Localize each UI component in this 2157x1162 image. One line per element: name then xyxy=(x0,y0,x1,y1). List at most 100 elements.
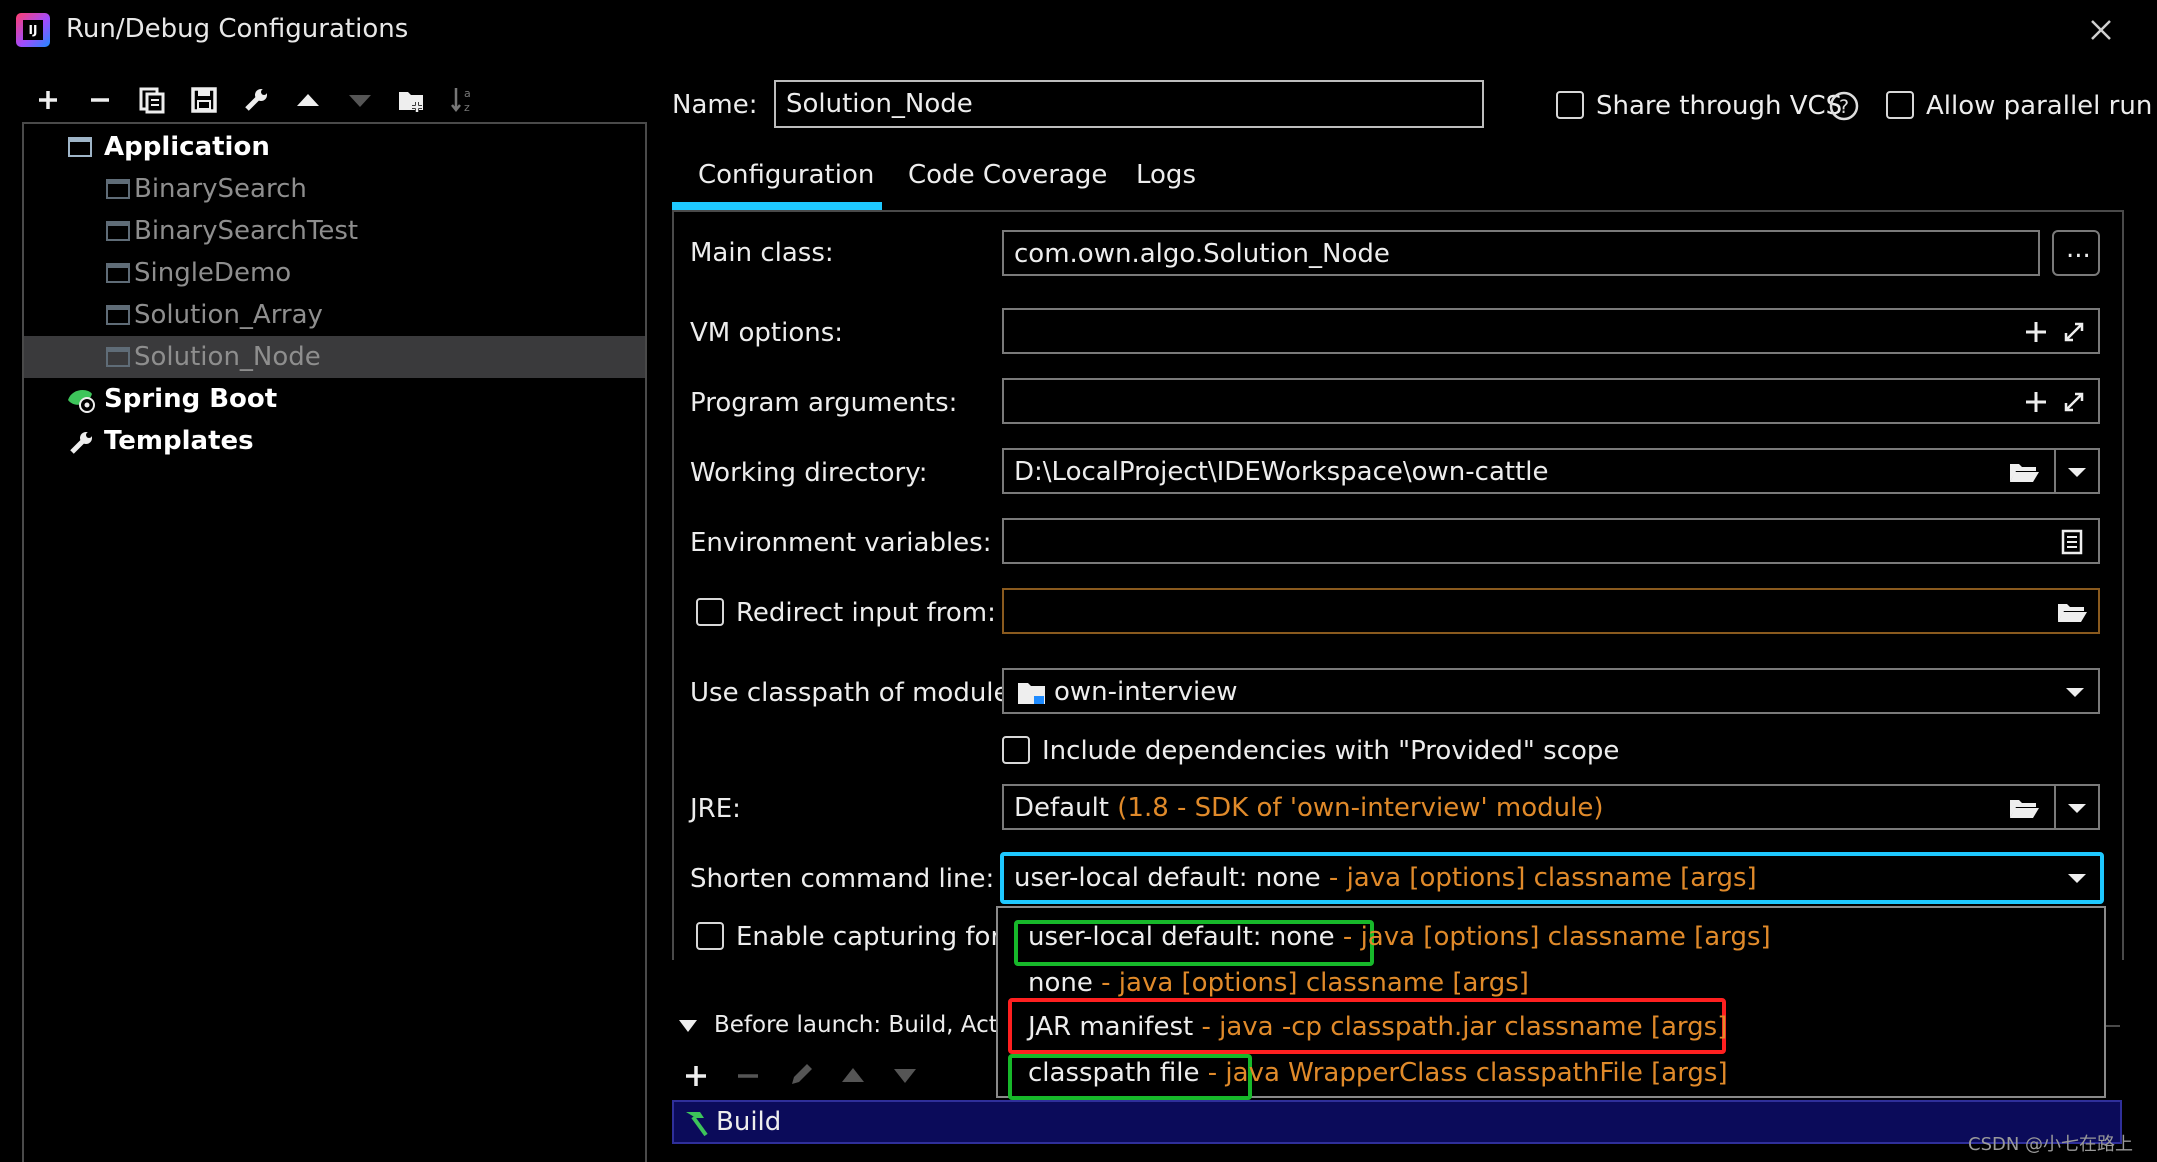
jre-detail: (1.8 - SDK of 'own-interview' module) xyxy=(1117,793,1604,823)
tab-logs[interactable]: Logs xyxy=(1136,160,1196,190)
chevron-down-icon xyxy=(2068,804,2086,813)
wrench-icon xyxy=(70,432,92,454)
wrench-icon[interactable] xyxy=(238,82,274,118)
option-main: user-local default: none xyxy=(1028,922,1335,952)
browse-button-label: ... xyxy=(2066,234,2091,264)
main-class-label: Main class: xyxy=(690,238,834,268)
save-icon[interactable] xyxy=(186,82,222,118)
tree-item-singledemo[interactable]: SingleDemo xyxy=(24,252,645,294)
tree-item-label: SingleDemo xyxy=(134,258,292,288)
jre-value: Default xyxy=(1014,793,1109,823)
tree-node-spring-boot[interactable]: Spring Boot xyxy=(24,378,645,420)
share-vcs-checkbox[interactable] xyxy=(1556,91,1584,119)
folder-open-icon[interactable] xyxy=(2008,796,2040,820)
folder-open-icon[interactable] xyxy=(2056,600,2088,624)
close-icon[interactable] xyxy=(2083,12,2119,48)
include-provided-checkbox[interactable] xyxy=(1002,736,1030,764)
option-none[interactable]: none - java [options] classname [args] xyxy=(1028,968,1529,998)
jre-dropdown[interactable] xyxy=(2054,784,2100,830)
tree-item-label: BinarySearch xyxy=(134,174,307,204)
run-config-icon xyxy=(106,179,130,199)
tree-label-spring-boot: Spring Boot xyxy=(104,384,278,414)
tab-code-coverage[interactable]: Code Coverage xyxy=(908,160,1107,190)
move-up-icon[interactable] xyxy=(840,1064,866,1084)
expand-icon[interactable] xyxy=(2062,390,2086,414)
main-class-field[interactable]: com.own.algo.Solution_Node xyxy=(1002,230,2040,276)
shorten-command-line-label: Shorten command line: xyxy=(690,864,995,894)
working-directory-field[interactable]: D:\LocalProject\IDEWorkspace\own-cattle xyxy=(1002,448,2056,494)
vm-options-field[interactable] xyxy=(1002,308,2100,354)
add-icon[interactable] xyxy=(2024,320,2048,344)
remove-icon[interactable] xyxy=(736,1064,760,1088)
redirect-input-field[interactable] xyxy=(1002,588,2100,634)
environment-variables-label: Environment variables: xyxy=(690,528,992,558)
run-config-icon xyxy=(106,347,130,367)
svg-text:z: z xyxy=(464,101,470,114)
include-provided-label: Include dependencies with "Provided" sco… xyxy=(1042,736,1620,766)
run-config-icon xyxy=(106,221,130,241)
module-value: own-interview xyxy=(1054,677,1238,707)
build-label: Build xyxy=(716,1107,782,1137)
option-detail: - java WrapperClass classpathFile [args] xyxy=(1207,1058,1728,1088)
program-arguments-field[interactable] xyxy=(1002,378,2100,424)
chevron-down-icon xyxy=(2066,688,2084,697)
tree-node-application[interactable]: Application xyxy=(24,126,645,168)
logo-text: IJ xyxy=(23,20,43,40)
before-launch-label: Before launch: Build, Activa xyxy=(714,1012,1032,1038)
copy-icon[interactable] xyxy=(134,82,170,118)
option-classpath-file[interactable]: classpath file - java WrapperClass class… xyxy=(1028,1058,1728,1088)
enable-capturing-checkbox[interactable] xyxy=(696,922,724,950)
expand-icon[interactable] xyxy=(2062,320,2086,344)
expanded-arrow-icon[interactable] xyxy=(678,1018,698,1034)
shorten-command-line-select[interactable]: user-local default: none - java [options… xyxy=(1000,852,2104,904)
redirect-input-label: Redirect input from: xyxy=(736,598,996,628)
move-down-icon[interactable] xyxy=(892,1066,918,1086)
help-icon[interactable]: ? xyxy=(1828,90,1860,122)
share-vcs-label: Share through VCS xyxy=(1596,91,1843,121)
move-up-icon[interactable] xyxy=(290,82,326,118)
option-detail: - java -cp classpath.jar classname [args… xyxy=(1201,1012,1728,1042)
module-select[interactable]: own-interview xyxy=(1002,668,2100,714)
edit-icon[interactable] xyxy=(788,1060,816,1088)
environment-variables-field[interactable] xyxy=(1002,518,2100,564)
tree-item-binarysearchtest[interactable]: BinarySearchTest xyxy=(24,210,645,252)
tree-item-label: Solution_Array xyxy=(134,300,323,330)
shorten-detail: - java [options] classname [args] xyxy=(1328,863,1757,893)
tab-configuration[interactable]: Configuration xyxy=(698,160,874,190)
add-icon[interactable] xyxy=(30,82,66,118)
tree-label-application: Application xyxy=(104,132,270,162)
option-user-local-default[interactable]: user-local default: none - java [options… xyxy=(1028,922,1771,952)
shorten-value: user-local default: none xyxy=(1014,863,1321,893)
window-title: Run/Debug Configurations xyxy=(66,14,409,44)
remove-icon[interactable] xyxy=(82,82,118,118)
application-icon xyxy=(68,137,92,157)
enable-capturing-label: Enable capturing form xyxy=(736,922,1027,952)
tree-item-solution-array[interactable]: Solution_Array xyxy=(24,294,645,336)
tree-item-binarysearch[interactable]: BinarySearch xyxy=(24,168,645,210)
jre-field[interactable]: Default (1.8 - SDK of 'own-interview' mo… xyxy=(1002,784,2056,830)
browse-main-class-button[interactable]: ... xyxy=(2052,230,2100,276)
spring-boot-icon xyxy=(68,390,95,413)
tree-item-solution-node[interactable]: Solution_Node xyxy=(24,336,645,378)
redirect-input-checkbox[interactable] xyxy=(696,598,724,626)
active-tab-indicator xyxy=(672,202,882,210)
working-directory-dropdown[interactable] xyxy=(2054,448,2100,494)
before-launch-build-row[interactable]: Build xyxy=(672,1100,2122,1144)
jre-label: JRE: xyxy=(690,794,741,824)
chevron-down-icon xyxy=(2068,468,2086,477)
run-config-icon xyxy=(106,263,130,283)
option-jar-manifest[interactable]: JAR manifest - java -cp classpath.jar cl… xyxy=(1028,1012,1727,1042)
sort-icon[interactable]: az xyxy=(446,82,482,118)
add-icon[interactable] xyxy=(684,1064,708,1088)
name-field[interactable]: Solution_Node xyxy=(774,80,1484,128)
move-down-icon[interactable] xyxy=(342,82,378,118)
intellij-logo-icon: IJ xyxy=(16,13,50,47)
tree-node-templates[interactable]: Templates xyxy=(24,420,645,462)
new-folder-icon[interactable] xyxy=(394,82,430,118)
run-config-icon xyxy=(106,305,130,325)
watermark: CSDN @小七在路上 xyxy=(1968,1134,2134,1155)
allow-parallel-checkbox[interactable] xyxy=(1886,91,1914,119)
folder-open-icon[interactable] xyxy=(2008,460,2040,484)
add-icon[interactable] xyxy=(2024,390,2048,414)
edit-list-icon[interactable] xyxy=(2060,529,2084,555)
